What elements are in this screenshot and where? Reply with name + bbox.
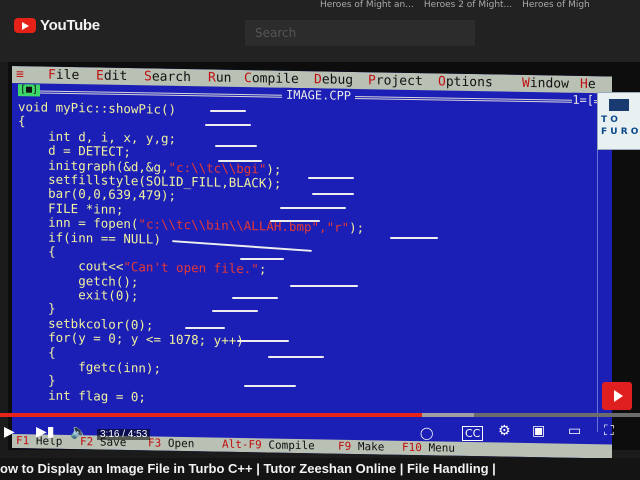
- annotation-stroke: [185, 327, 225, 329]
- video-title: ow to Display an Image File in Turbo C++…: [0, 458, 640, 480]
- menu-hotkey: S: [144, 69, 152, 85]
- player-controls: ▶ ▶▮ 🔈 ◯ CC ⚙ ▣ ▭ ⛶: [0, 418, 640, 450]
- annotation-stroke: [280, 207, 346, 209]
- annotation-stroke: [270, 220, 320, 222]
- youtube-logo[interactable]: YouTube: [14, 17, 100, 34]
- annotation-stroke: [232, 297, 278, 299]
- play-icon[interactable]: ▶: [4, 424, 15, 440]
- menu-item[interactable]: Edit: [96, 68, 127, 84]
- volume-icon[interactable]: 🔈: [70, 424, 87, 440]
- subscribe-button[interactable]: [602, 382, 632, 410]
- menu-hotkey: H: [580, 76, 588, 93]
- string-literal: "Can't open file.": [123, 259, 259, 277]
- annotation-stroke: [308, 177, 354, 179]
- menu-item[interactable]: Window: [522, 76, 569, 92]
- menu-item[interactable]: Compile: [244, 71, 299, 87]
- menu-hotkey: R: [208, 70, 216, 86]
- played-bar: [0, 413, 423, 417]
- window-number: 1=[: [572, 92, 594, 108]
- menu-item[interactable]: Options: [438, 74, 493, 90]
- watermark-text: F U R O: [601, 127, 639, 137]
- miniplayer-icon[interactable]: ▣: [532, 423, 545, 439]
- annotation-stroke: [290, 285, 358, 287]
- menu-item[interactable]: Run: [208, 70, 231, 85]
- channel-watermark[interactable]: T O F U R O: [597, 92, 640, 150]
- close-window-button[interactable]: [■]: [18, 84, 41, 97]
- annotation-stroke: [312, 193, 354, 195]
- graduation-cap-icon: [609, 99, 629, 111]
- menu-hotkey: W: [522, 75, 530, 92]
- menu-item[interactable]: ≡: [16, 67, 24, 82]
- fullscreen-icon[interactable]: ⛶: [604, 423, 614, 439]
- annotation-stroke: [244, 385, 296, 387]
- annotation-stroke: [212, 310, 258, 312]
- next-icon[interactable]: ▶▮: [36, 424, 54, 440]
- search-input[interactable]: Search: [245, 20, 475, 46]
- video-progress-bar[interactable]: [0, 413, 640, 417]
- menu-hotkey: P: [368, 73, 376, 89]
- annotation-stroke: [218, 160, 262, 162]
- annotation-stroke: [210, 110, 246, 112]
- theater-mode-icon[interactable]: ▭: [568, 423, 581, 439]
- file-title: IMAGE.CPP: [282, 87, 356, 103]
- watermark-text: T O: [601, 115, 618, 125]
- youtube-play-icon: [14, 18, 36, 33]
- annotation-stroke: [215, 145, 257, 147]
- buffered-bar: [422, 413, 474, 417]
- annotation-stroke: [237, 340, 289, 342]
- settings-icon[interactable]: ⚙: [498, 423, 511, 439]
- code-editor[interactable]: void myPic::showPic(){ int d, i, x, y,g;…: [18, 99, 612, 413]
- youtube-header: YouTube Heroes of Might an... Heroes 2 o…: [0, 0, 640, 62]
- tab-label[interactable]: Heroes 2 of Might...: [424, 0, 512, 14]
- captions-icon[interactable]: CC: [462, 426, 484, 441]
- menu-hotkey: F: [48, 67, 56, 83]
- menu-item[interactable]: He: [580, 77, 596, 92]
- menu-hotkey: C: [244, 71, 252, 87]
- menu-hotkey: O: [438, 74, 446, 90]
- annotation-stroke: [390, 237, 438, 239]
- browser-tabs: Heroes of Might an... Heroes 2 of Might.…: [320, 0, 590, 14]
- menu-item[interactable]: Search: [144, 69, 191, 85]
- menu-item[interactable]: File: [48, 68, 79, 84]
- tab-label[interactable]: Heroes of Might an...: [320, 0, 414, 14]
- menu-item[interactable]: Project: [368, 73, 423, 89]
- annotation-stroke: [268, 356, 324, 358]
- annotation-stroke: [240, 258, 284, 260]
- tab-label[interactable]: Heroes of Migh: [522, 0, 590, 14]
- menu-item[interactable]: Debug: [314, 72, 353, 88]
- annotation-stroke: [205, 124, 251, 126]
- time-display: 3:16 / 4:53: [97, 429, 151, 440]
- turbo-cpp-ide: ≡ File Edit Search Run Compile Debug Project Opt…: [12, 66, 612, 459]
- youtube-logo-text: YouTube: [40, 17, 100, 34]
- menu-hotkey: E: [96, 68, 104, 84]
- menu-hotkey: D: [314, 72, 322, 88]
- autoplay-toggle-icon[interactable]: ◯: [420, 426, 433, 440]
